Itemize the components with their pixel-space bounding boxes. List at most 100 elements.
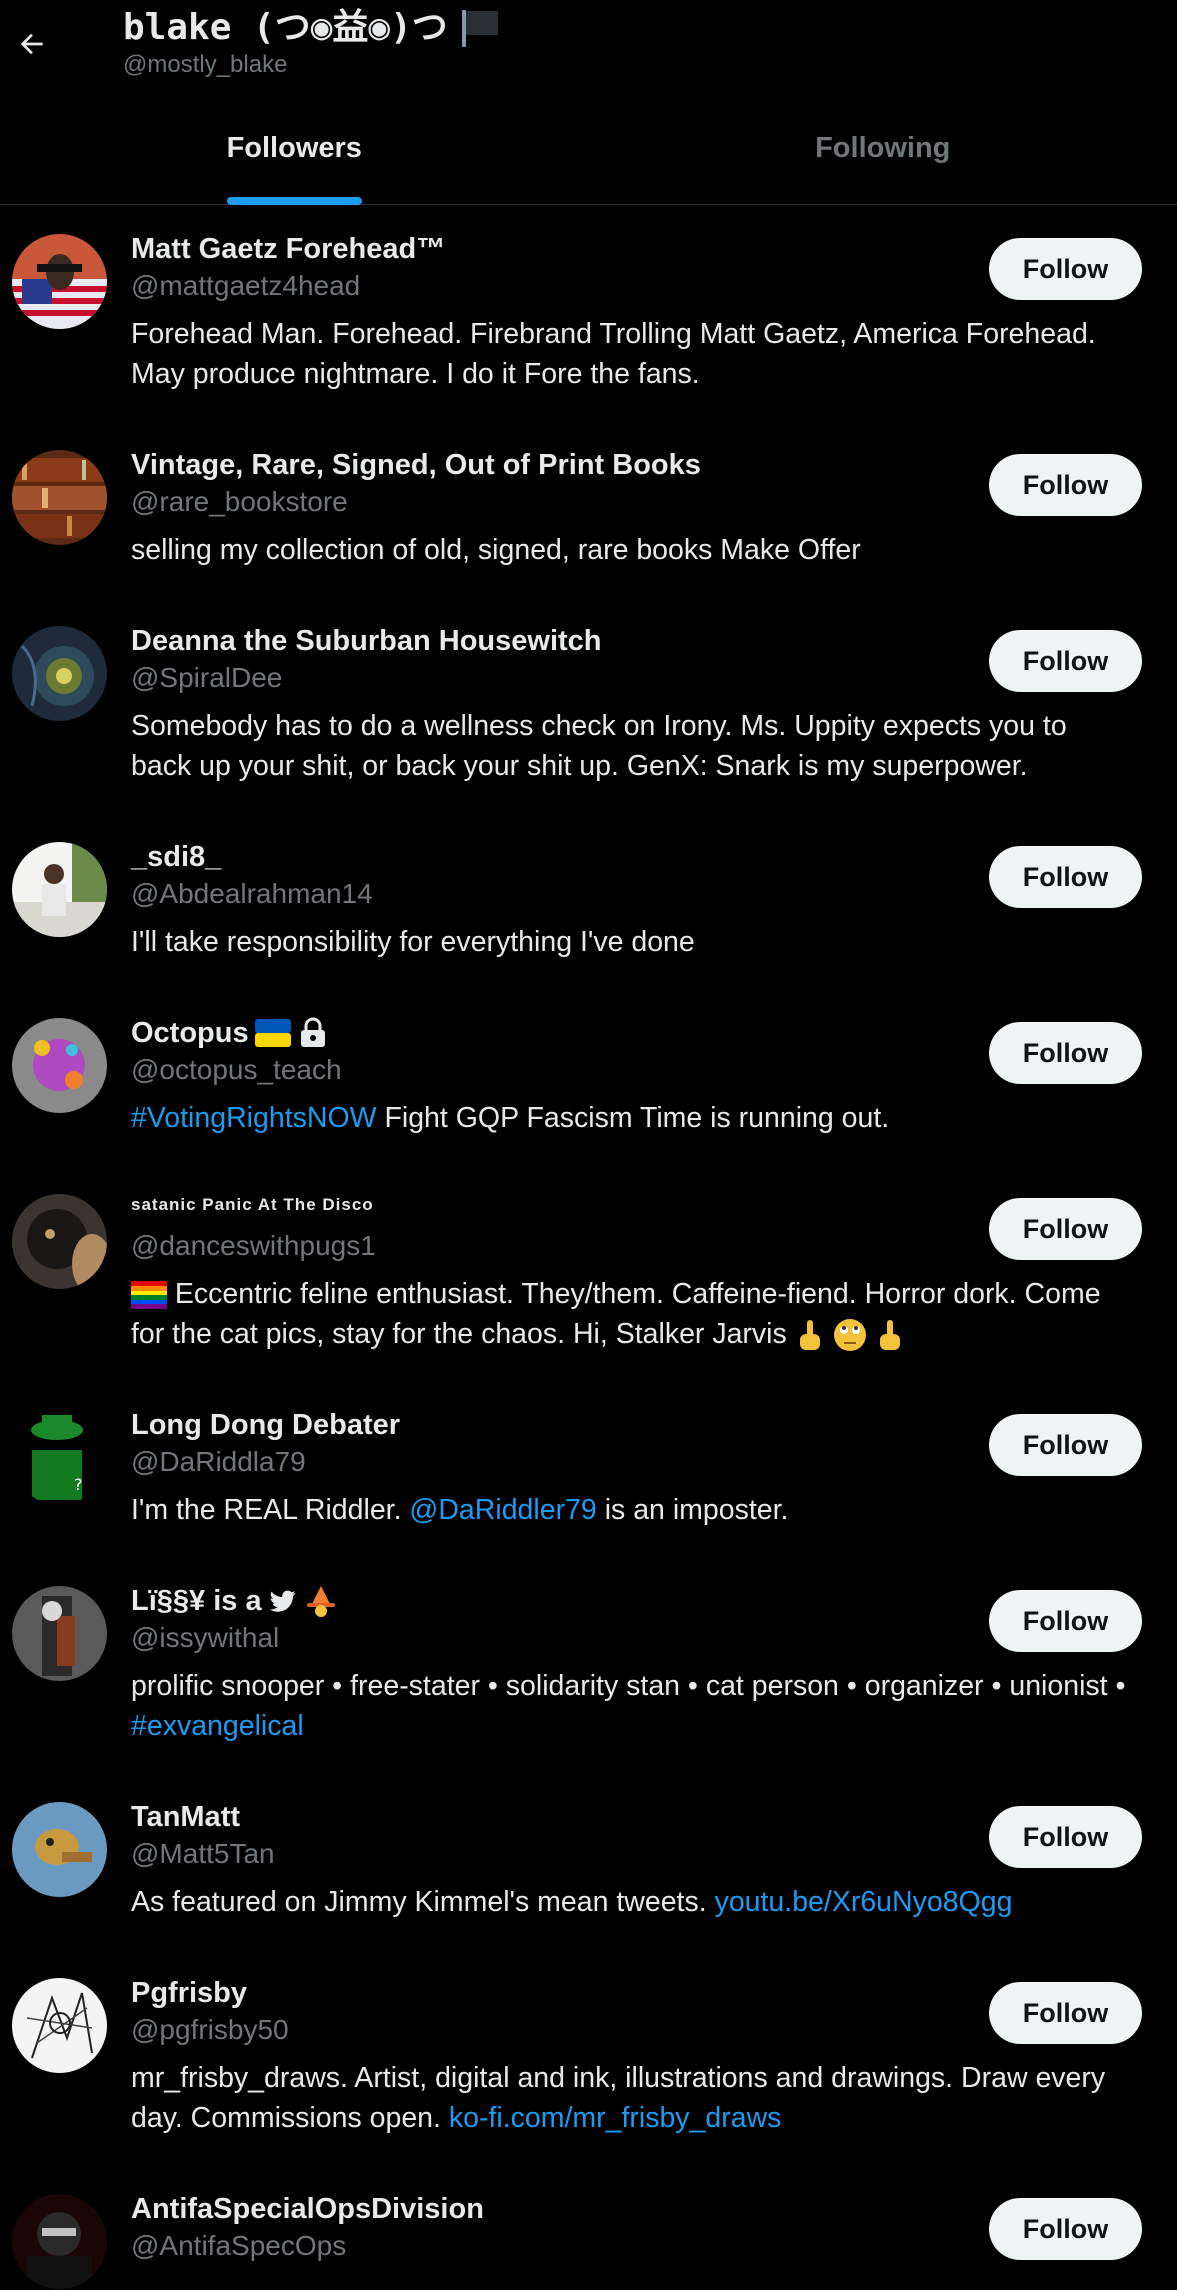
bio-text: selling my collection of old, signed, ra… — [131, 534, 861, 566]
user-bio: Eccentric feline enthusiast. They/them. … — [131, 1274, 1131, 1354]
follow-button[interactable]: Follow — [989, 1806, 1142, 1868]
user-bio: selling my collection of old, signed, ra… — [131, 530, 1131, 570]
follow-button[interactable]: Follow — [989, 630, 1142, 692]
follower-row[interactable]: Lï§§¥ is a @issywithal prolific snooper … — [0, 1582, 1177, 1782]
follow-button[interactable]: Follow — [989, 1198, 1142, 1260]
middle-finger-icon — [875, 1318, 905, 1352]
mention-link[interactable]: @DaRiddler79 — [409, 1494, 596, 1526]
follower-row[interactable]: ? Long Dong Debater @DaRiddla79 I'm the … — [0, 1406, 1177, 1566]
follow-button[interactable]: Follow — [989, 1414, 1142, 1476]
bio-text: Eccentric feline enthusiast. They/them. … — [131, 1278, 1101, 1350]
follower-row[interactable]: AntifaSpecialOpsDivision @AntifaSpecOps … — [0, 2190, 1177, 2290]
hashtag-link[interactable]: #VotingRightsNOW — [131, 1102, 377, 1134]
tab-followers-label: Followers — [227, 132, 362, 164]
bio-text: is an imposter. — [597, 1494, 789, 1526]
avatar[interactable] — [12, 1978, 107, 2073]
user-display-name[interactable]: _sdi8_ — [131, 838, 221, 876]
user-handle: @SpiralDee — [131, 660, 282, 696]
user-display-name[interactable]: Long Dong Debater — [131, 1406, 400, 1444]
follower-row[interactable]: TanMatt @Matt5Tan As featured on Jimmy K… — [0, 1798, 1177, 1958]
avatar[interactable] — [12, 842, 107, 937]
follow-button[interactable]: Follow — [989, 1982, 1142, 2044]
user-display-name[interactable]: satanic Panic At The Disco — [131, 1186, 374, 1224]
follower-row[interactable]: satanic Panic At The Disco @danceswithpu… — [0, 1190, 1177, 1390]
profile-title-block: blake (つ◉益◉)つ @mostly_blake — [123, 6, 502, 80]
user-handle: @issywithal — [131, 1620, 279, 1656]
avatar[interactable] — [12, 1018, 107, 1113]
follower-row[interactable]: Vintage, Rare, Signed, Out of Print Book… — [0, 446, 1177, 606]
black-flag-icon — [458, 7, 502, 49]
user-bio: Somebody has to do a wellness check on I… — [131, 706, 1131, 786]
lock-icon — [297, 1017, 329, 1049]
url-link[interactable]: youtu.be/Xr6uNyo8Qgg — [715, 1886, 1013, 1918]
url-link[interactable]: ko-fi.com/mr_frisby_draws — [449, 2102, 782, 2134]
avatar[interactable] — [12, 1802, 107, 1897]
hashtag-link[interactable]: #exvangelical — [131, 1710, 304, 1742]
tab-following[interactable]: Following — [589, 110, 1177, 205]
avatar[interactable] — [12, 1194, 107, 1289]
user-bio: Forehead Man. Forehead. Firebrand Trolli… — [131, 314, 1131, 394]
user-handle: @mattgaetz4head — [131, 268, 360, 304]
follow-button[interactable]: Follow — [989, 2198, 1142, 2260]
bio-text: Somebody has to do a wellness check on I… — [131, 710, 1067, 782]
follow-button[interactable]: Follow — [989, 1590, 1142, 1652]
user-display-name-text: Lï§§¥ is a — [131, 1582, 262, 1620]
bio-text: Fight GQP Fascism Time is running out. — [377, 1102, 890, 1134]
twitter-bird-icon — [268, 1588, 298, 1614]
follow-button[interactable]: Follow — [989, 238, 1142, 300]
tab-followers[interactable]: Followers — [0, 110, 589, 205]
user-display-name[interactable]: Lï§§¥ is a — [131, 1582, 338, 1620]
follower-row[interactable]: Matt Gaetz Forehead™ @mattgaetz4head For… — [0, 230, 1177, 430]
follow-button[interactable]: Follow — [989, 454, 1142, 516]
avatar[interactable] — [12, 450, 107, 545]
user-display-name[interactable]: TanMatt — [131, 1798, 240, 1836]
user-handle: @DaRiddla79 — [131, 1444, 306, 1480]
avatar[interactable] — [12, 234, 107, 329]
user-bio: I'm the REAL Riddler. @DaRiddler79 is an… — [131, 1490, 1131, 1530]
follow-button[interactable]: Follow — [989, 1022, 1142, 1084]
page-header: blake (つ◉益◉)つ @mostly_blake Followers Fo… — [0, 0, 1177, 205]
follower-row[interactable]: Octopus @octopus_teach #VotingRightsNOW … — [0, 1014, 1177, 1174]
follow-button[interactable]: Follow — [989, 846, 1142, 908]
profile-handle: @mostly_blake — [123, 50, 502, 80]
user-display-name-text: Octopus — [131, 1014, 249, 1052]
follower-row[interactable]: _sdi8_ @Abdealrahman14 I'll take respons… — [0, 838, 1177, 998]
user-display-name[interactable]: Octopus — [131, 1014, 329, 1052]
svg-text:?: ? — [74, 1475, 83, 1494]
bio-text: prolific snooper • free-stater • solidar… — [131, 1670, 1125, 1702]
user-handle: @pgfrisby50 — [131, 2012, 289, 2048]
page-title: blake (つ◉益◉)つ — [123, 6, 502, 50]
user-display-name[interactable]: Deanna the Suburban Housewitch — [131, 622, 602, 660]
bio-text: I'll take responsibility for everything … — [131, 926, 695, 958]
profile-name: blake (つ◉益◉)つ — [123, 6, 448, 50]
avatar[interactable] — [12, 626, 107, 721]
user-display-name[interactable]: Matt Gaetz Forehead™ — [131, 230, 445, 268]
bio-text: I'm the REAL Riddler. — [131, 1494, 409, 1526]
ukraine-flag-icon — [255, 1019, 291, 1047]
user-display-name[interactable]: Vintage, Rare, Signed, Out of Print Book… — [131, 446, 701, 484]
user-bio: mr_frisby_draws. Artist, digital and ink… — [131, 2058, 1131, 2138]
follower-row[interactable]: Deanna the Suburban Housewitch @SpiralDe… — [0, 622, 1177, 822]
user-bio: prolific snooper • free-stater • solidar… — [131, 1666, 1131, 1746]
follower-row[interactable]: Pgfrisby @pgfrisby50 mr_frisby_draws. Ar… — [0, 1974, 1177, 2174]
bio-text: As featured on Jimmy Kimmel's mean tweet… — [131, 1886, 715, 1918]
avatar[interactable]: ? — [12, 1410, 107, 1505]
user-bio: As featured on Jimmy Kimmel's mean tweet… — [131, 1882, 1131, 1922]
middle-finger-icon — [795, 1318, 825, 1352]
avatar[interactable] — [12, 1586, 107, 1681]
user-bio: I'll take responsibility for everything … — [131, 922, 1131, 962]
arrow-left-icon — [16, 28, 48, 60]
user-handle: @octopus_teach — [131, 1052, 342, 1088]
witch-icon — [304, 1584, 338, 1618]
rainbow-flag-icon — [131, 1281, 167, 1309]
avatar[interactable] — [12, 2194, 107, 2289]
tab-bar: Followers Following — [0, 110, 1177, 205]
user-handle: @Matt5Tan — [131, 1836, 275, 1872]
back-button[interactable] — [10, 22, 54, 66]
user-handle: @Abdealrahman14 — [131, 876, 373, 912]
user-display-name[interactable]: AntifaSpecialOpsDivision — [131, 2190, 484, 2228]
user-display-name[interactable]: Pgfrisby — [131, 1974, 247, 2012]
user-handle: @AntifaSpecOps — [131, 2228, 346, 2264]
user-handle: @rare_bookstore — [131, 484, 348, 520]
user-bio: #VotingRightsNOW Fight GQP Fascism Time … — [131, 1098, 1131, 1138]
